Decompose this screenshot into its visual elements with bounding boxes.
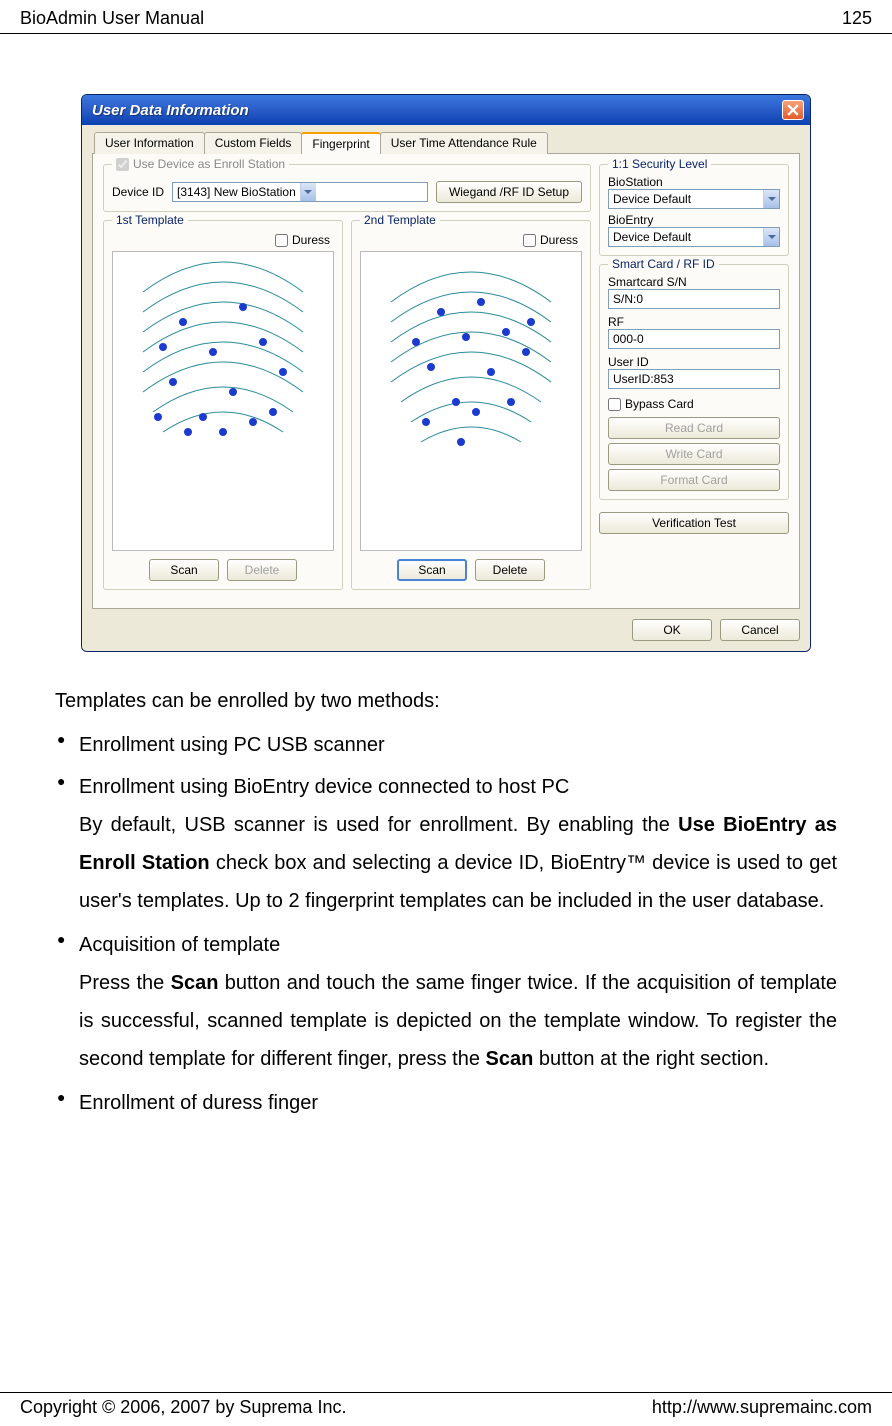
intro-text: Templates can be enrolled by two methods… [55,682,837,720]
page-number: 125 [842,8,872,29]
template2-preview [360,251,582,551]
bullet-4: Enrollment of duress finger [79,1084,837,1122]
userid-input[interactable] [608,369,780,389]
template1-delete-button[interactable]: Delete [227,559,297,581]
security-legend: 1:1 Security Level [608,157,711,171]
format-card-button[interactable]: Format Card [608,469,780,491]
device-id-select[interactable]: [3143] New BioStation [172,182,428,202]
smartcard-sn-input[interactable] [608,289,780,309]
tab-custom-fields[interactable]: Custom Fields [204,132,303,154]
template1-preview [112,251,334,551]
dialog-title: User Data Information [92,102,249,119]
bypass-label: Bypass Card [625,397,694,411]
header-left: BioAdmin User Manual [20,8,204,29]
bullet-1: Enrollment using PC USB scanner [79,726,837,764]
bioentry-select[interactable]: Device Default [608,227,780,247]
chevron-down-icon [300,183,316,201]
template2-legend: 2nd Template [360,213,440,227]
device-id-label: Device ID [112,185,164,199]
template1-legend: 1st Template [112,213,188,227]
template2-delete-button[interactable]: Delete [475,559,545,581]
bioentry-label: BioEntry [608,213,780,227]
enroll-station-checkbox[interactable]: Use Device as Enroll Station [116,157,285,171]
template1-scan-button[interactable]: Scan [149,559,219,581]
template2-scan-button[interactable]: Scan [397,559,467,581]
rf-input[interactable] [608,329,780,349]
bullet-3: Acquisition of template [79,934,280,956]
wiegand-setup-button[interactable]: Wiegand /RF ID Setup [436,181,582,203]
template1-duress-label: Duress [292,233,330,247]
bullet-2: Enrollment using BioEntry device connect… [79,776,569,798]
ok-button[interactable]: OK [632,619,712,641]
tab-fingerprint[interactable]: Fingerprint [301,132,380,154]
bypass-checkbox[interactable] [608,398,621,411]
template2-duress-checkbox[interactable] [523,234,536,247]
chevron-down-icon [763,190,779,208]
tab-time-attendance[interactable]: User Time Attendance Rule [380,132,548,154]
smartcard-sn-label: Smartcard S/N [608,275,780,289]
smartcard-legend: Smart Card / RF ID [608,257,719,271]
user-data-dialog: User Data Information User Information C… [81,94,811,652]
bullet-3-para: Press the Scan button and touch the same… [79,964,837,1078]
write-card-button[interactable]: Write Card [608,443,780,465]
footer-right: http://www.supremainc.com [652,1397,872,1418]
bullet-2-para: By default, USB scanner is used for enro… [79,806,837,920]
close-icon[interactable] [782,100,804,120]
cancel-button[interactable]: Cancel [720,619,800,641]
template1-duress-checkbox[interactable] [275,234,288,247]
biostation-select[interactable]: Device Default [608,189,780,209]
read-card-button[interactable]: Read Card [608,417,780,439]
verification-test-button[interactable]: Verification Test [599,512,789,534]
footer-left: Copyright © 2006, 2007 by Suprema Inc. [20,1397,346,1418]
template2-duress-label: Duress [540,233,578,247]
rf-label: RF [608,315,780,329]
biostation-label: BioStation [608,175,780,189]
tab-user-information[interactable]: User Information [94,132,205,154]
userid-label: User ID [608,355,780,369]
chevron-down-icon [763,228,779,246]
